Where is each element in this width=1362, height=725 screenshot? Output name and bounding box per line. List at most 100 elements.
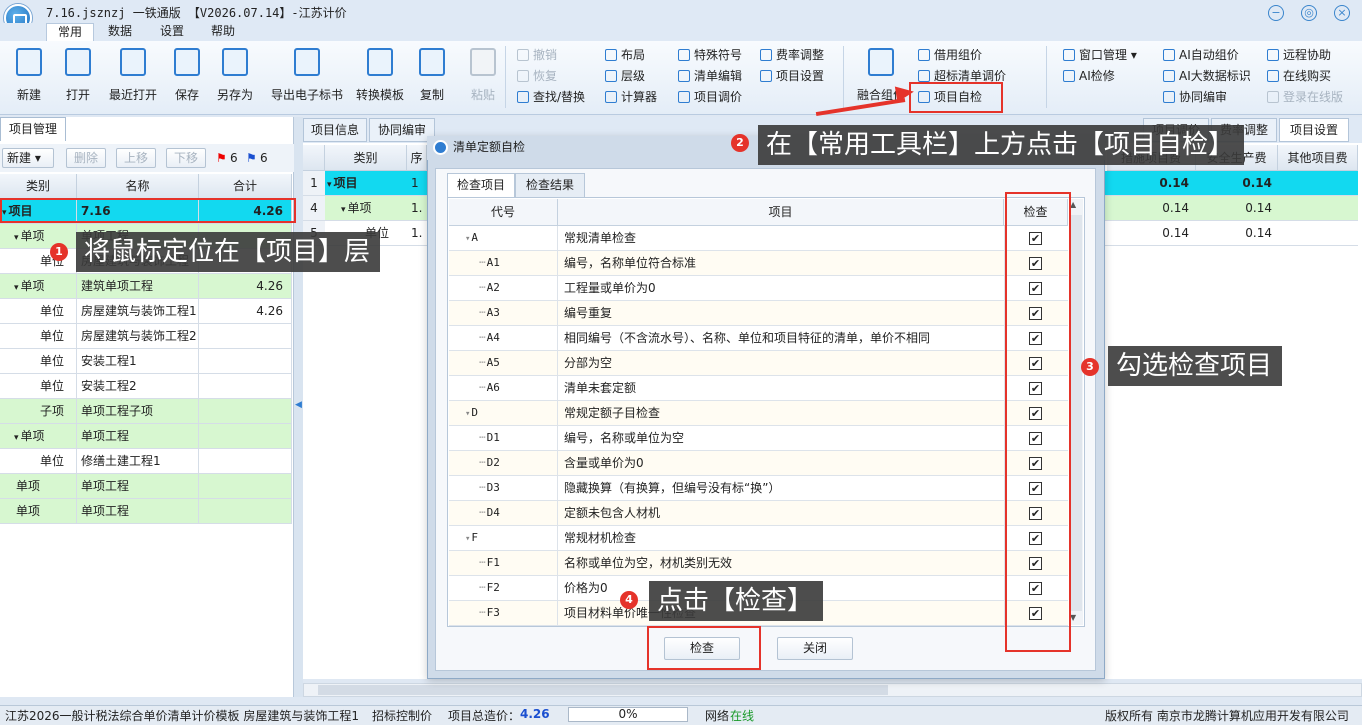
ai-auto-pricing-button[interactable]: AI自动组价: [1163, 46, 1239, 64]
blue-flag-icon[interactable]: ⚑: [246, 151, 257, 165]
check-item-row[interactable]: ┄D4 定额未包含人材机 ✔: [449, 501, 1068, 526]
new-dropdown-button[interactable]: 新建 ▾: [2, 148, 54, 168]
check-item-row[interactable]: ┄F1 名称或单位为空，材机类别无效 ✔: [449, 551, 1068, 576]
check-item-row[interactable]: ┄D2 含量或单价为0 ✔: [449, 451, 1068, 476]
collab-review-button[interactable]: 协同编审: [1163, 88, 1227, 106]
tab-check-items[interactable]: 检查项目: [447, 173, 515, 198]
col-other-fee[interactable]: 其他项目费: [1278, 145, 1358, 171]
table-row[interactable]: 单位 安装工程2: [0, 374, 292, 399]
export-bid-button[interactable]: 导出电子标书: [268, 46, 346, 106]
table-row[interactable]: 单位 修缮土建工程1: [0, 449, 292, 474]
window-manage-button[interactable]: 窗口管理 ▾: [1063, 46, 1137, 64]
expand-icon[interactable]: ▾: [14, 233, 19, 243]
expand-icon[interactable]: ▾: [465, 234, 470, 244]
window-icon: [1063, 49, 1075, 61]
callout-arrowhead: [894, 83, 916, 103]
minimize-icon[interactable]: −: [1268, 5, 1284, 21]
paste-button[interactable]: 粘贴: [455, 46, 511, 106]
check-item-row[interactable]: ┄A3 编号重复 ✔: [449, 301, 1068, 326]
menu-help[interactable]: 帮助: [203, 23, 243, 41]
ai-bigdata-button[interactable]: AI大数据标识: [1163, 67, 1251, 85]
close-icon[interactable]: ×: [1334, 5, 1350, 21]
recent-open-button[interactable]: 最近打开: [105, 46, 161, 106]
check-item-row[interactable]: ┄A1 编号，名称单位符合标准 ✔: [449, 251, 1068, 276]
expand-icon[interactable]: ▾: [327, 180, 332, 190]
project-price-adjust-button[interactable]: 项目调价: [678, 88, 742, 106]
save-as-button[interactable]: 另存为: [212, 46, 258, 106]
redo-button[interactable]: 恢复: [517, 67, 557, 85]
find-replace-button[interactable]: 查找/替换: [517, 88, 585, 106]
expand-icon[interactable]: ▾: [465, 409, 470, 419]
callout-4-badge: 4: [620, 591, 638, 609]
online-login-button[interactable]: 登录在线版: [1267, 88, 1343, 106]
collapse-arrow-icon[interactable]: ◀: [295, 400, 302, 410]
vertical-scroll-thumb[interactable]: [1070, 215, 1082, 611]
level-button[interactable]: 层级: [605, 67, 645, 85]
table-row[interactable]: 单位 安装工程1: [0, 349, 292, 374]
expand-icon[interactable]: ▾: [14, 283, 19, 293]
col-header-type[interactable]: 类别: [0, 174, 77, 199]
save-button[interactable]: 保存: [162, 46, 212, 106]
calculator-button[interactable]: 计算器: [605, 88, 657, 106]
expand-icon[interactable]: ▾: [341, 205, 346, 215]
check-item-row[interactable]: ┄D3 隐藏换算（有换算，但编号没有标“换”） ✔: [449, 476, 1068, 501]
check-item-row[interactable]: ┄A6 清单未套定额 ✔: [449, 376, 1068, 401]
horizontal-scroll-thumb[interactable]: [318, 685, 888, 695]
borrow-pricing-button[interactable]: 借用组价: [918, 46, 982, 64]
check-item-row[interactable]: ┄A4 相同编号（不含流水号）、名称、单位和项目特征的清单，单价不相同 ✔: [449, 326, 1068, 351]
delete-button[interactable]: 删除: [66, 148, 106, 168]
callout-1: 将鼠标定位在【项目】层: [76, 232, 381, 272]
right-col-type[interactable]: 类别: [325, 145, 407, 171]
table-row[interactable]: 子项 单项工程子项: [0, 399, 292, 424]
omega-icon: [678, 49, 690, 61]
move-down-button[interactable]: 下移: [166, 148, 206, 168]
tree-branch-icon: ┄: [479, 556, 486, 569]
restore-icon[interactable]: ◎: [1301, 5, 1317, 21]
special-symbol-button[interactable]: 特殊符号: [678, 46, 742, 64]
right-col-seq[interactable]: 序: [407, 145, 427, 171]
convert-template-button[interactable]: 转换模板: [352, 46, 408, 106]
col-header-total[interactable]: 合计: [199, 174, 292, 199]
ai-repair-button[interactable]: AI检修: [1063, 67, 1115, 85]
table-row[interactable]: ▾ 单项 建筑单项工程 4.26: [0, 274, 292, 299]
cart-icon: [1267, 70, 1279, 82]
new-button[interactable]: 新建: [6, 46, 52, 106]
tab-project-info[interactable]: 项目信息: [303, 118, 367, 142]
tab-collab-review[interactable]: 协同编审: [369, 118, 435, 142]
remote-assist-button[interactable]: 远程协助: [1267, 46, 1331, 64]
list-edit-button[interactable]: 清单编辑: [678, 67, 742, 85]
copy-button[interactable]: 复制: [404, 46, 460, 106]
tab-check-results[interactable]: 检查结果: [515, 173, 585, 197]
online-buy-button[interactable]: 在线购买: [1267, 67, 1331, 85]
table-row[interactable]: 单位 房屋建筑与装饰工程1 4.26: [0, 299, 292, 324]
check-item-row[interactable]: ▾F 常规材机检查 ✔: [449, 526, 1068, 551]
close-button[interactable]: 关闭: [777, 637, 853, 660]
col-header-item[interactable]: 项目: [558, 199, 1004, 226]
move-up-button[interactable]: 上移: [116, 148, 156, 168]
undo-button[interactable]: 撤销: [517, 46, 557, 64]
expand-icon[interactable]: ▾: [465, 534, 470, 544]
table-row[interactable]: 单位 房屋建筑与装饰工程2: [0, 324, 292, 349]
menu-common[interactable]: 常用: [46, 23, 94, 41]
tab-project-settings[interactable]: 项目设置: [1279, 118, 1349, 142]
check-item-row[interactable]: ┄A5 分部为空 ✔: [449, 351, 1068, 376]
rate-adjust-button[interactable]: 费率调整: [760, 46, 824, 64]
col-header-code[interactable]: 代号: [449, 199, 558, 226]
project-settings-button[interactable]: 项目设置: [760, 67, 824, 85]
table-row[interactable]: 单项 单项工程: [0, 474, 292, 499]
table-row[interactable]: ▾单项单项工程: [0, 424, 292, 449]
table-row[interactable]: 单项 单项工程: [0, 499, 292, 524]
check-item-row[interactable]: ┄A2 工程量或单价为0 ✔: [449, 276, 1068, 301]
check-item-row[interactable]: ▾D 常规定额子目检查 ✔: [449, 401, 1068, 426]
tree-branch-icon: ┄: [479, 281, 486, 294]
menu-settings[interactable]: 设置: [152, 23, 192, 41]
layout-button[interactable]: 布局: [605, 46, 645, 64]
check-item-row[interactable]: ┄D1 编号，名称或单位为空 ✔: [449, 426, 1068, 451]
col-header-name[interactable]: 名称: [77, 174, 199, 199]
open-button[interactable]: 打开: [53, 46, 103, 106]
red-flag-icon[interactable]: ⚑: [216, 151, 227, 165]
expand-icon[interactable]: ▾: [14, 433, 19, 443]
tab-project-management[interactable]: 项目管理: [0, 117, 66, 141]
menu-data[interactable]: 数据: [100, 23, 140, 41]
check-item-row[interactable]: ▾A 常规清单检查 ✔: [449, 226, 1068, 251]
